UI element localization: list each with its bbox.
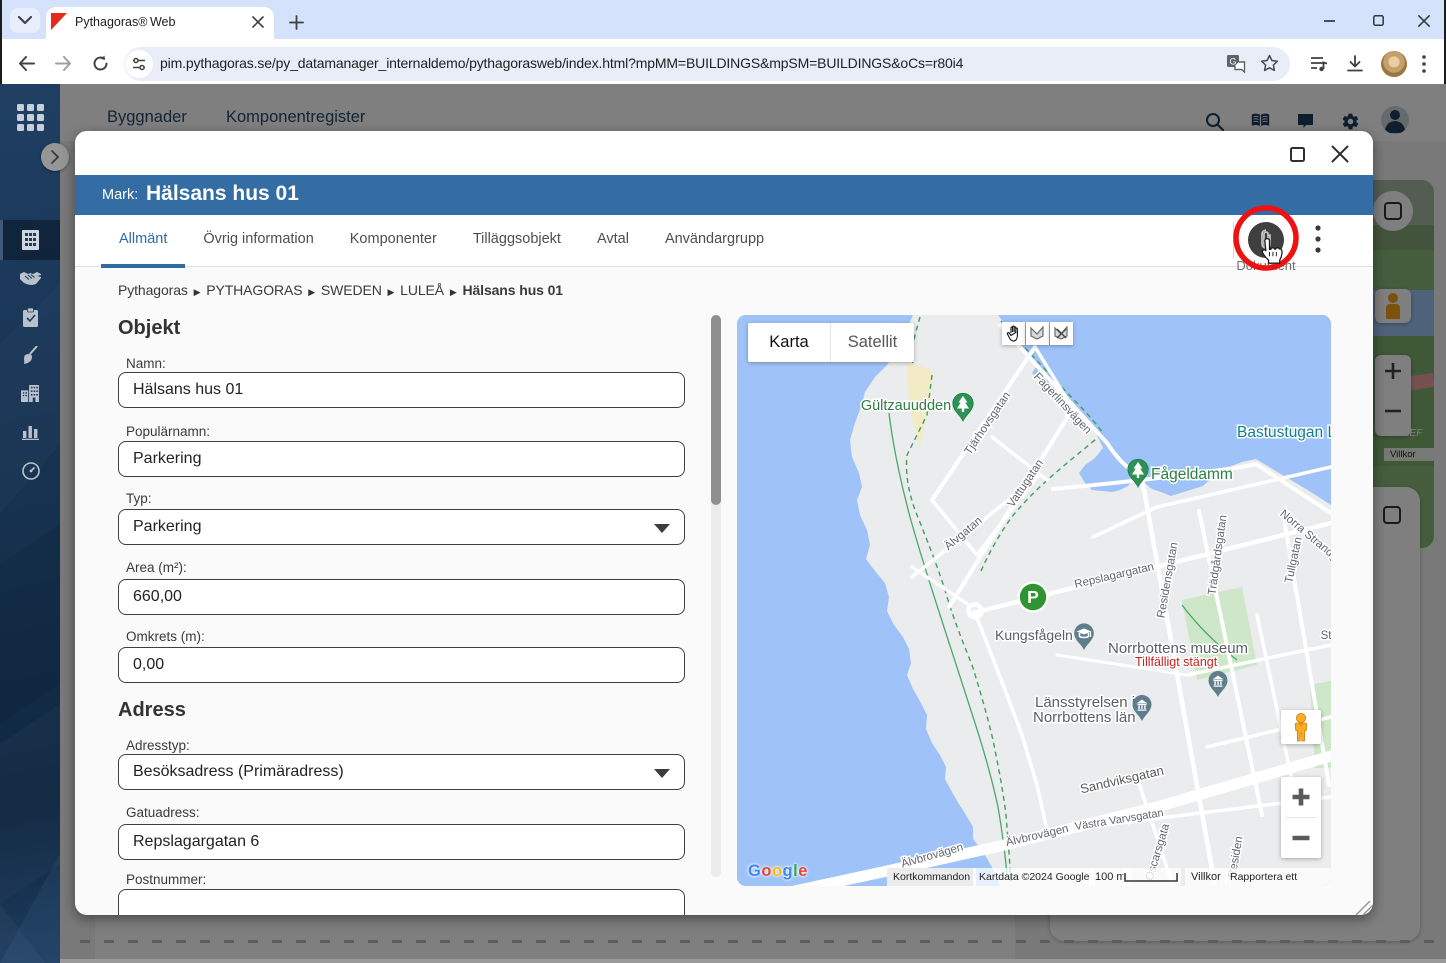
svg-text:Tillfälligt stängt: Tillfälligt stängt xyxy=(1135,655,1218,669)
svg-text:Fågeldamm: Fågeldamm xyxy=(1151,466,1233,483)
svg-text:Bastustugan Lu: Bastustugan Lu xyxy=(1237,424,1331,441)
svg-text:P: P xyxy=(1027,587,1039,607)
svg-text:St: St xyxy=(1321,630,1331,642)
svg-text:Gültzauudden: Gültzauudden xyxy=(861,398,951,414)
svg-text:G: G xyxy=(1229,57,1236,67)
svg-text:Norrbottens län: Norrbottens län xyxy=(1033,709,1136,726)
svg-text:Kungsfågeln: Kungsfågeln xyxy=(995,627,1073,643)
